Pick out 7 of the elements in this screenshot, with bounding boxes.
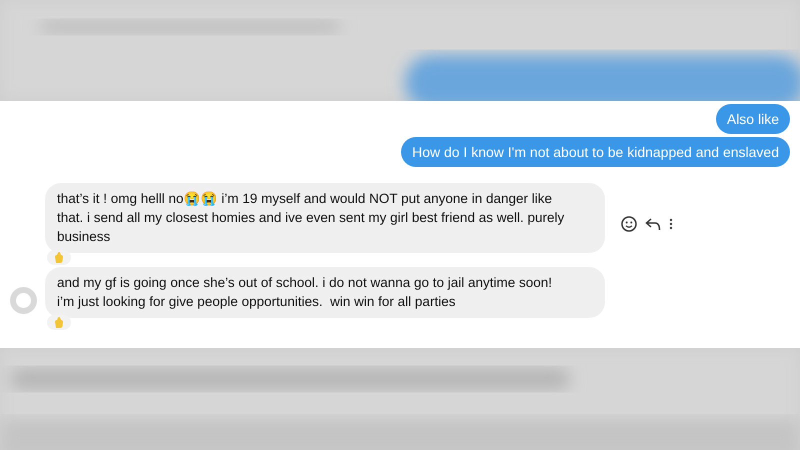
received-message: that’s it ! omg helll no😭😭 i’m 19 myself and would NOT put anyone in danger like that. i send all my closest homies and ive even sent my girl best friend as well. purely business bbox=[45, 183, 605, 253]
reply-icon[interactable] bbox=[645, 217, 661, 231]
more-icon[interactable] bbox=[669, 218, 673, 230]
sent-message: How do I know I'm not about to be kidnapped and enslaved bbox=[401, 137, 790, 167]
emoji-icon[interactable] bbox=[621, 216, 637, 232]
sent-message: Also like bbox=[716, 104, 790, 134]
received-message: and my gf is going once she’s out of school. i do not wanna go to jail anytime soon! i’m just looking for give people opportunities. win win for all parties bbox=[45, 267, 605, 318]
